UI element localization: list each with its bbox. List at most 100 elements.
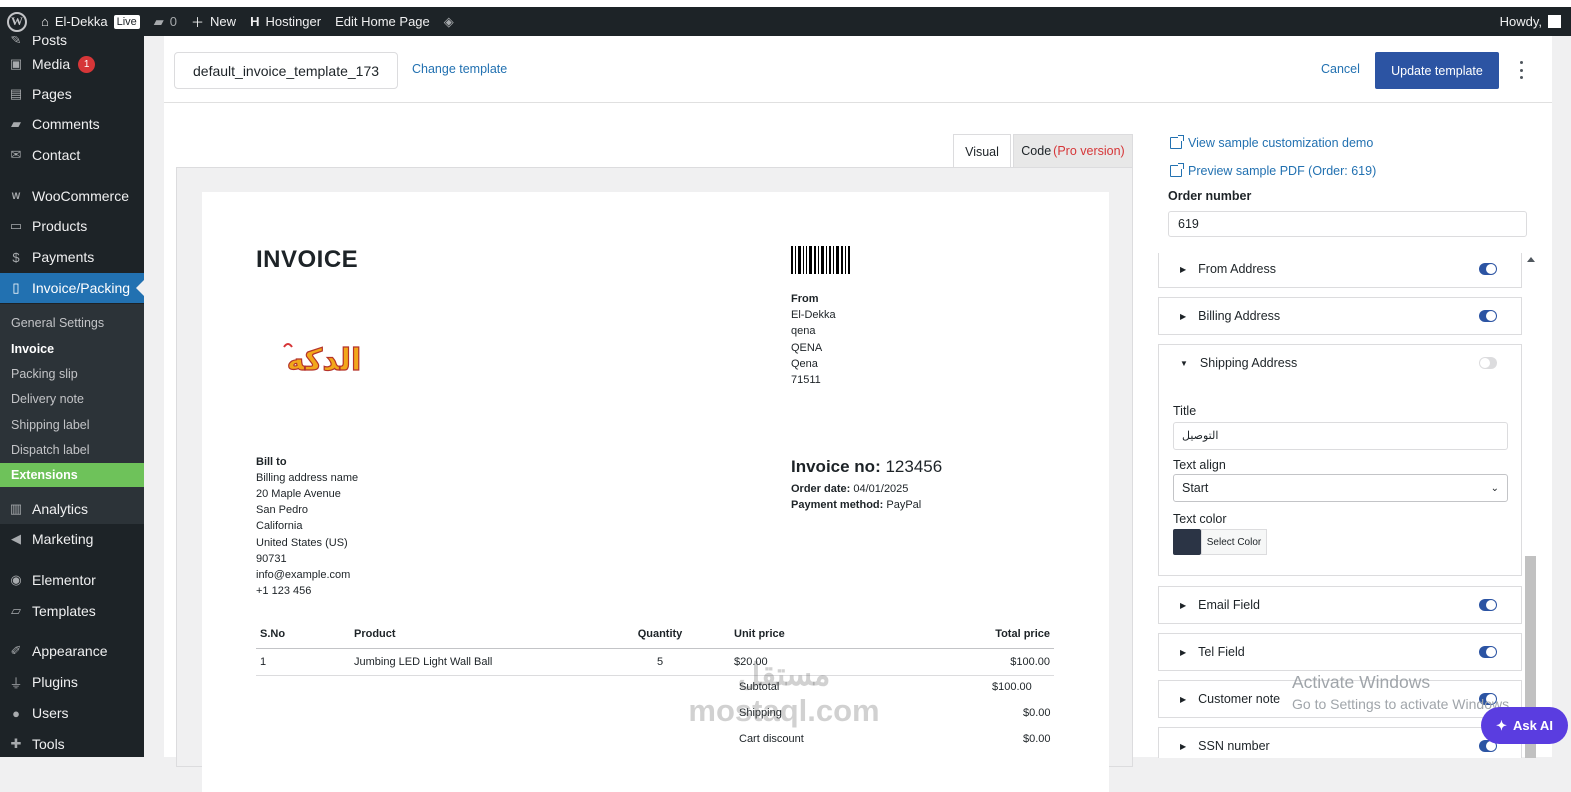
- order-number-input[interactable]: 619: [1168, 211, 1527, 237]
- settings-scrollbar[interactable]: [1524, 253, 1537, 758]
- text-align-select[interactable]: Start ⌄: [1173, 474, 1508, 502]
- submenu-shipping-label[interactable]: Shipping label: [11, 418, 90, 432]
- pro-version-label: (Pro version): [1053, 144, 1125, 158]
- invoice-no-label: Invoice no:: [791, 457, 881, 476]
- caret-right-icon: ▶: [1180, 694, 1187, 704]
- ask-ai-button[interactable]: ✦ Ask AI: [1481, 707, 1568, 744]
- comments-count: 0: [169, 14, 178, 29]
- submenu-dispatch-label[interactable]: Dispatch label: [11, 443, 90, 457]
- preview-pdf-link[interactable]: Preview sample PDF (Order: 619): [1170, 163, 1376, 178]
- invoice-number: Invoice no: 123456: [791, 457, 942, 477]
- activate-windows-watermark: Activate Windows Go to Settings to activ…: [1292, 672, 1513, 712]
- invoice-submenu: General Settings Invoice Packing slip De…: [0, 304, 144, 524]
- sidebar-item-media[interactable]: ▣ Media 1: [0, 49, 144, 79]
- wordpress-icon: W: [7, 11, 27, 32]
- wp-logo-menu[interactable]: W: [0, 7, 34, 36]
- comments-menu[interactable]: ▰ 0: [147, 7, 184, 36]
- sidebar-item-payments[interactable]: $ Payments: [0, 242, 144, 272]
- caret-right-icon: ▶: [1180, 741, 1187, 751]
- column-header: Quantity: [590, 620, 730, 649]
- section-from-address[interactable]: ▶ From Address: [1158, 253, 1522, 288]
- column-header: S.No: [256, 620, 350, 649]
- sidebar-item-users[interactable]: ● Users: [0, 698, 144, 728]
- invoice-document: INVOICE From El-Dekka qena QENA Qena 715…: [202, 192, 1109, 792]
- sidebar-item-marketing[interactable]: ◀ Marketing: [0, 524, 144, 554]
- mostaql-watermark: مستقل mostaql.com: [688, 657, 880, 728]
- sidebar-item-contact[interactable]: ✉ Contact: [0, 140, 144, 170]
- account-menu[interactable]: Howdy,: [1500, 14, 1571, 29]
- hostinger-icon: H: [250, 14, 260, 29]
- window-top-strip: [0, 0, 1571, 7]
- submenu-general-settings[interactable]: General Settings: [11, 316, 104, 330]
- bill-line: 90731: [256, 553, 287, 565]
- bill-to-label: Bill to: [256, 456, 287, 468]
- sidebar-item-products[interactable]: ▭ Products: [0, 211, 144, 241]
- sidebar-item-comments[interactable]: ▰ Comments: [0, 109, 144, 139]
- diamond-icon: ◈: [443, 13, 454, 29]
- sidebar-item-woocommerce[interactable]: W WooCommerce: [0, 181, 144, 211]
- archive-icon: ▭: [9, 218, 23, 233]
- select-color-button[interactable]: Select Color: [1201, 529, 1267, 555]
- toggle-from-address[interactable]: [1479, 263, 1497, 275]
- user-icon: ●: [12, 705, 20, 721]
- order-number-label: Order number: [1168, 189, 1252, 203]
- folder-icon: ▱: [11, 603, 21, 618]
- change-template-link[interactable]: Change template: [412, 62, 507, 76]
- section-billing-address[interactable]: ▶ Billing Address: [1158, 297, 1522, 335]
- color-swatch[interactable]: [1173, 529, 1201, 555]
- discount-value: $0.00: [1023, 733, 1051, 745]
- sidebar-item-templates[interactable]: ▱ Templates: [0, 596, 144, 626]
- submenu-packing-slip[interactable]: Packing slip: [11, 367, 78, 381]
- sidebar-item-analytics[interactable]: ▥ Analytics: [0, 494, 144, 524]
- subtotal-value: $100.00: [992, 681, 1032, 693]
- payment-method: Payment method: PayPal: [791, 499, 922, 511]
- section-shipping-address[interactable]: ▼ Shipping Address: [1158, 344, 1522, 382]
- column-header: Product: [350, 620, 590, 649]
- template-name-field[interactable]: default_invoice_template_173: [174, 52, 398, 89]
- section-email-field[interactable]: ▶ Email Field: [1158, 586, 1522, 624]
- sidebar-item-plugins[interactable]: ⏚ Plugins: [0, 667, 144, 697]
- toggle-shipping-address[interactable]: [1479, 357, 1497, 369]
- section-tel-field[interactable]: ▶ Tel Field: [1158, 633, 1522, 671]
- view-demo-link[interactable]: View sample customization demo: [1170, 135, 1373, 150]
- from-line: Qena: [791, 358, 818, 370]
- table-header-row: S.No Product Quantity Unit price Total p…: [256, 620, 1054, 649]
- edit-page-link[interactable]: Edit Home Page: [328, 7, 437, 36]
- tab-visual[interactable]: Visual: [953, 134, 1011, 168]
- caret-right-icon: ▶: [1180, 647, 1187, 657]
- sidebar-item-invoice-packing[interactable]: ▯ Invoice/Packing: [0, 273, 144, 303]
- sidebar-item-tools[interactable]: ✚ Tools: [0, 729, 144, 757]
- line-items-table: S.No Product Quantity Unit price Total p…: [256, 620, 1054, 676]
- new-content-menu[interactable]: ＋ New: [184, 7, 243, 36]
- sidebar-item-elementor[interactable]: ◉ Elementor: [0, 565, 144, 595]
- submenu-extensions[interactable]: Extensions: [0, 463, 144, 487]
- title-input[interactable]: التوصيل: [1173, 422, 1508, 450]
- hostinger-menu[interactable]: H Hostinger: [243, 7, 328, 36]
- sidebar-item-pages[interactable]: ▤ Pages: [0, 79, 144, 109]
- section-ssn-number[interactable]: ▶ SSN number: [1158, 727, 1522, 758]
- update-template-button[interactable]: Update template: [1375, 52, 1499, 89]
- elementor-icon: ◉: [10, 572, 22, 587]
- external-link-icon: [1170, 163, 1184, 177]
- plus-icon: ＋: [191, 15, 205, 30]
- tab-code[interactable]: Code (Pro version): [1013, 134, 1133, 168]
- toggle-email-field[interactable]: [1479, 599, 1497, 611]
- from-line: El-Dekka: [791, 309, 836, 321]
- more-options-icon[interactable]: [1516, 61, 1526, 79]
- scroll-up-arrow-icon[interactable]: [1527, 257, 1535, 262]
- title-label: Title: [1173, 404, 1197, 418]
- caret-right-icon: ▶: [1180, 600, 1187, 610]
- diamond-menu[interactable]: ◈: [437, 7, 461, 36]
- cancel-button[interactable]: Cancel: [1321, 62, 1360, 76]
- external-link-icon: [1170, 135, 1184, 149]
- mail-icon: ✉: [10, 147, 22, 162]
- site-name-menu[interactable]: ⌂ El-Dekka Live: [34, 7, 147, 36]
- submenu-invoice[interactable]: Invoice: [11, 342, 54, 356]
- toggle-billing-address[interactable]: [1479, 310, 1497, 322]
- toggle-tel-field[interactable]: [1479, 646, 1497, 658]
- plug-icon: ⏚: [9, 675, 23, 691]
- barcode: [791, 246, 855, 274]
- submenu-delivery-note[interactable]: Delivery note: [11, 392, 84, 406]
- live-badge: Live: [113, 14, 140, 29]
- sidebar-item-appearance[interactable]: ✐ Appearance: [0, 636, 144, 666]
